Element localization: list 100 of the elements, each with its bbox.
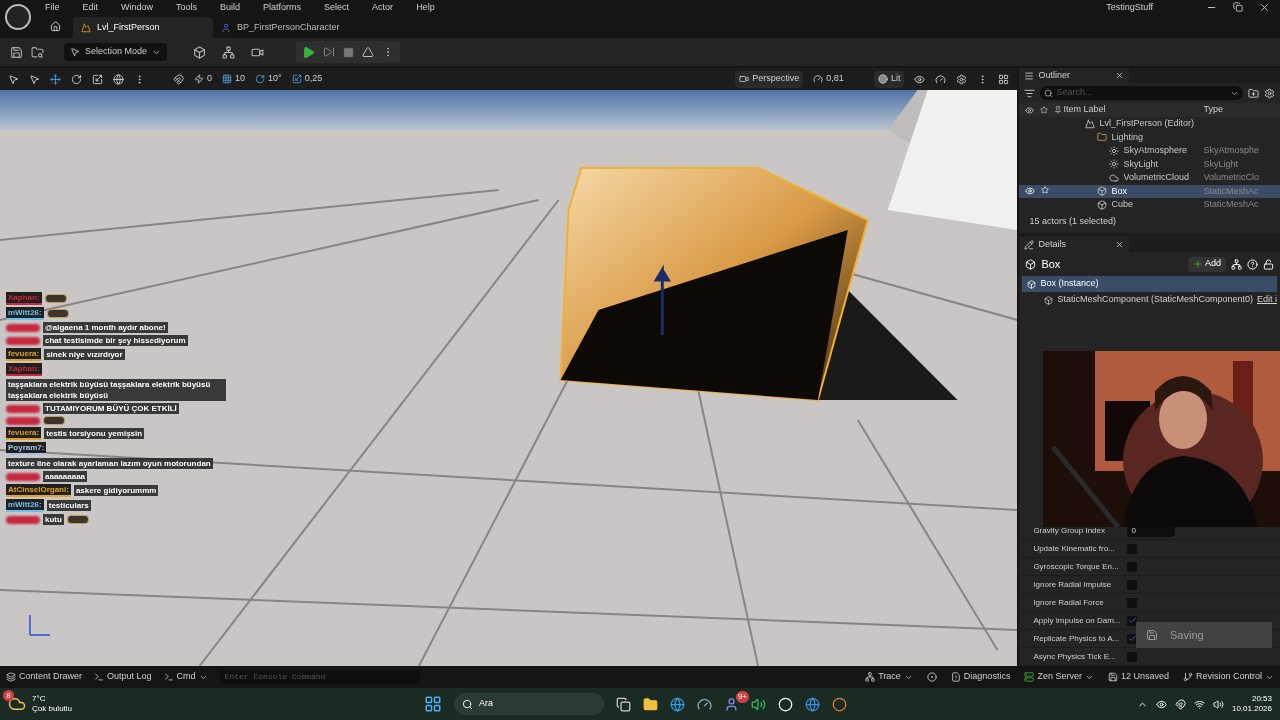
diagnostics-button[interactable]: Diagnostics — [950, 670, 1011, 684]
outliner-row[interactable]: SkyLight SkyLight — [1019, 157, 1280, 171]
angle-icon — [255, 74, 266, 84]
visibility-icon — [1025, 186, 1036, 197]
engine-logo[interactable] — [5, 4, 31, 30]
cmd-dropdown[interactable]: Cmd — [163, 670, 208, 684]
explorer-icon — [643, 696, 658, 712]
app-icon — [805, 696, 820, 712]
property-label: Gravity Group Index — [1032, 524, 1106, 537]
column-header[interactable]: Type — [1203, 103, 1223, 117]
document-tab[interactable]: BP_FirstPersonCharacter — [213, 17, 348, 38]
close-icon — [1259, 2, 1270, 13]
actor-type: VolumetricClo — [1203, 171, 1259, 184]
home-icon — [50, 21, 61, 32]
taskbar-search[interactable]: Ara — [454, 693, 604, 715]
status-button[interactable]: Output Log — [94, 670, 152, 684]
rotation-snap[interactable]: 10° — [255, 72, 282, 86]
actor-name: Box — [1041, 256, 1061, 272]
scale-snap[interactable]: 0,25 — [291, 72, 323, 86]
actor-type: SkyAtmosphe — [1203, 144, 1259, 157]
menu-item[interactable]: Actor — [372, 0, 394, 15]
mesh-icon — [1044, 295, 1054, 305]
menu-item[interactable]: Build — [220, 0, 241, 15]
actor-type: SkyLight — [1203, 157, 1238, 171]
outliner-row[interactable]: Cube StaticMeshAc — [1019, 198, 1280, 211]
diagnostics-icon — [950, 672, 961, 682]
actor-label: Lvl_FirstPerson (Editor) — [1099, 117, 1194, 130]
chat-username: fevuera: — [6, 348, 42, 361]
chat-message: TUTAMIYORUM BÜYÜ ÇOK ETKİLİ — [43, 403, 179, 414]
hierarchy-icon — [1231, 258, 1242, 270]
selection-mode-dropdown[interactable]: Selection Mode — [64, 43, 168, 61]
menu-item[interactable]: Tools — [176, 0, 198, 15]
server-icon — [1024, 672, 1035, 682]
property-label: Ignore Radial Force — [1032, 596, 1105, 609]
outliner-row[interactable]: Lvl_FirstPerson (Editor) — [1019, 117, 1280, 131]
outliner-row[interactable]: Lighting — [1019, 130, 1280, 144]
property-label: Update Kinematic fro... — [1032, 542, 1116, 555]
document-tab[interactable]: Lvl_FirstPerson — [73, 17, 213, 38]
actor-icon — [1109, 159, 1120, 170]
weather-icon — [8, 695, 26, 713]
lock-icon — [1263, 258, 1274, 270]
filter-icon — [1024, 87, 1036, 99]
level-icon — [81, 22, 91, 33]
chat-username: Xaphan: — [6, 292, 42, 305]
launch-icon — [362, 46, 375, 58]
menu-item[interactable]: Select — [324, 0, 350, 15]
lighting-mode-button[interactable]: Lit — [873, 70, 905, 88]
zen-server-button[interactable]: Zen Server — [1024, 670, 1094, 684]
settings-icon — [956, 73, 968, 85]
drawer-icon — [6, 672, 16, 682]
column-header[interactable]: Item Label — [1063, 103, 1204, 117]
actor-label: Cube — [1111, 198, 1133, 211]
actor-label: SkyLight — [1123, 157, 1158, 171]
property-label: Gyroscopic Torque En... — [1032, 560, 1120, 573]
browser-icon — [670, 696, 685, 712]
actor-icon — [1085, 118, 1096, 129]
record-icon — [926, 672, 937, 682]
revision-control-button[interactable]: Revision Control — [1182, 670, 1274, 684]
translate-snap[interactable]: 0 — [194, 72, 212, 86]
menu-item[interactable]: Help — [416, 0, 435, 15]
unsaved-button[interactable]: 12 Unsaved — [1107, 670, 1169, 684]
menu-item[interactable]: Window — [121, 0, 154, 15]
outliner-tab[interactable]: Outliner — [1019, 68, 1130, 83]
status-button[interactable]: Content Drawer — [6, 670, 83, 684]
sphere-icon — [877, 74, 888, 84]
checkbox[interactable] — [1127, 615, 1138, 626]
checkbox[interactable] — [1127, 633, 1138, 644]
component-label: Box (Instance) — [1040, 277, 1099, 291]
grid-snap[interactable]: 10 — [222, 72, 246, 86]
chat-username: mWitt26: — [6, 307, 44, 320]
menu-item[interactable]: Edit — [82, 0, 99, 15]
chat-username: Poyram7: — [6, 442, 47, 455]
help-icon — [1247, 258, 1258, 270]
outliner-row[interactable]: Box StaticMeshAc — [1019, 184, 1280, 198]
network-icon — [1193, 698, 1205, 710]
saving-toast: Saving — [1136, 622, 1272, 648]
speed-icon — [813, 74, 824, 84]
trace-button[interactable]: Trace — [865, 670, 913, 684]
actor-type: StaticMeshAc — [1203, 198, 1259, 211]
component-row[interactable]: StaticMeshComponent (StaticMeshComponent0) Edit i — [1022, 292, 1277, 308]
details-tab[interactable]: Details — [1019, 237, 1130, 252]
project-name: TestingStuff — [1106, 0, 1153, 14]
start-icon — [424, 695, 442, 713]
property-label: Apply Impulse on Dam... — [1032, 614, 1122, 627]
scale-snap-icon — [291, 74, 302, 84]
chat-message: texture line olarak ayarlaman lazım oyun motorundan — [6, 458, 213, 469]
pin-icon — [1054, 105, 1063, 114]
view-mode-button[interactable]: Perspective — [735, 70, 804, 88]
component-row[interactable]: Box (Instance) — [1022, 276, 1277, 292]
camera-speed-button[interactable]: 0,81 — [813, 72, 844, 86]
edit-link[interactable]: Edit i — [1257, 293, 1277, 307]
chat-message: @algaena 1 month aydır abone! — [43, 322, 168, 333]
outliner-row[interactable]: SkyAtmosphere SkyAtmosphe — [1019, 144, 1280, 158]
add-component-button[interactable]: Add — [1188, 256, 1226, 272]
plus-icon — [1193, 259, 1203, 269]
menu-item[interactable]: Platforms — [263, 0, 302, 15]
outliner-row[interactable]: VolumetricCloud VolumetricClo — [1019, 171, 1280, 185]
world-icon — [113, 73, 124, 85]
menu-item[interactable]: File — [45, 0, 60, 15]
chat-message: taşşaklara elektrik büyüsü taşşaklara elektrik büyüsü taşşaklara elektrik büyüsü — [6, 379, 226, 401]
